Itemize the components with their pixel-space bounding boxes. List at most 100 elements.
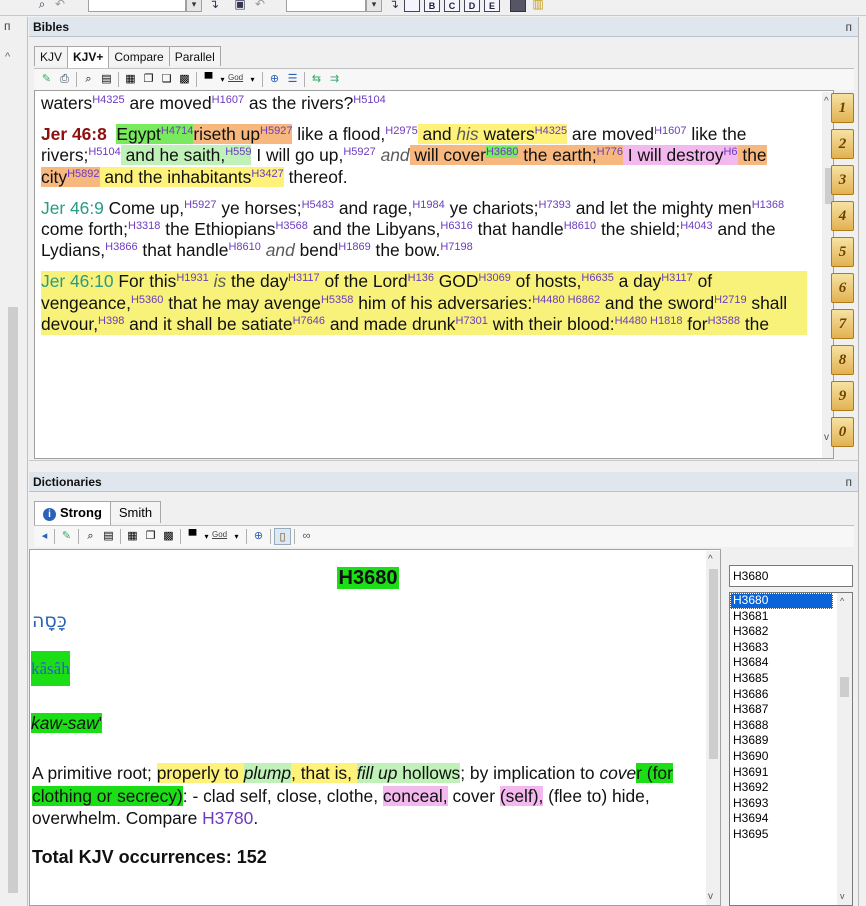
scroll-down-arrow[interactable]: v bbox=[708, 891, 713, 902]
dictionary-entry-view[interactable]: H3680 כָּסָה kâsâh kaw-saw' A primitive … bbox=[29, 549, 721, 906]
strong-link[interactable]: H1984 bbox=[412, 199, 444, 211]
panel-a-icon[interactable] bbox=[404, 0, 420, 12]
verse-button-5[interactable]: 5 bbox=[831, 237, 854, 267]
panel-splitter[interactable] bbox=[29, 460, 858, 472]
verse-button-4[interactable]: 4 bbox=[831, 201, 854, 231]
cross-reference-link[interactable]: H3780 bbox=[202, 808, 253, 828]
list-item[interactable]: H3683 bbox=[730, 640, 833, 656]
list-item[interactable]: H3681 bbox=[730, 609, 833, 625]
left-scroll-thumb[interactable] bbox=[8, 307, 18, 893]
find-next-icon[interactable]: ▤ bbox=[100, 528, 117, 545]
copy-icon[interactable]: ❐ bbox=[140, 71, 157, 88]
copy-icon[interactable]: ❐ bbox=[142, 528, 159, 545]
strong-link[interactable]: H6316 bbox=[440, 220, 472, 232]
chevron-down-icon[interactable]: ▾ bbox=[244, 71, 261, 88]
paste-icon[interactable]: ▩ bbox=[160, 528, 177, 545]
strong-link[interactable]: H5358 bbox=[321, 294, 353, 306]
strong-link[interactable]: H559 bbox=[225, 146, 251, 158]
strong-link[interactable]: H7198 bbox=[440, 241, 472, 253]
verse-ref[interactable]: Jer 46:10 bbox=[41, 271, 114, 291]
panel-c-button[interactable]: C bbox=[444, 0, 460, 12]
god-selector[interactable]: God bbox=[228, 73, 243, 82]
verse-ref[interactable]: Jer 46:8 bbox=[41, 124, 107, 144]
strong-link[interactable]: H4325 bbox=[92, 94, 124, 106]
reference-combo[interactable] bbox=[88, 0, 186, 12]
link-icon[interactable]: ∞ bbox=[298, 528, 315, 545]
strong-link[interactable]: H3069 bbox=[478, 272, 510, 284]
strong-link[interactable]: H398 bbox=[98, 315, 124, 327]
strong-link[interactable]: H5483 bbox=[302, 199, 334, 211]
list-item[interactable] bbox=[730, 858, 833, 874]
bible-text-view[interactable]: watersH4325 are movedH1607 as the rivers… bbox=[34, 90, 834, 459]
tab-kjv[interactable]: KJV bbox=[34, 46, 69, 66]
strong-link[interactable]: H7301 bbox=[456, 315, 488, 327]
strong-link[interactable]: H5360 bbox=[131, 294, 163, 306]
sync-right-icon[interactable]: ⇉ bbox=[326, 71, 343, 88]
back-icon-2[interactable]: ↶ bbox=[252, 0, 268, 12]
scroll-up-arrow[interactable]: ^ bbox=[5, 51, 10, 63]
scroll-down-arrow[interactable]: v bbox=[824, 432, 829, 443]
list-item[interactable]: H3685 bbox=[730, 671, 833, 687]
layout-icon[interactable]: ☰ bbox=[284, 71, 301, 88]
panel-b-button[interactable]: B bbox=[424, 0, 440, 12]
strong-link[interactable]: H4043 bbox=[680, 220, 712, 232]
list-item[interactable]: H3691 bbox=[730, 765, 833, 781]
entry-list-scroll-thumb[interactable] bbox=[840, 677, 849, 697]
verse-button-9[interactable]: 9 bbox=[831, 381, 854, 411]
strong-link[interactable]: H3117 bbox=[661, 272, 693, 284]
strong-link[interactable]: H5927 bbox=[260, 125, 292, 137]
panel-e-button[interactable]: E bbox=[484, 0, 500, 12]
entry-list-scrollbar[interactable]: ^ v bbox=[837, 593, 852, 905]
binoculars-icon[interactable]: ⌕ bbox=[80, 71, 97, 88]
tab-smith[interactable]: Smith bbox=[109, 501, 162, 523]
verse-button-8[interactable]: 8 bbox=[831, 345, 854, 375]
strong-link[interactable]: H5104 bbox=[88, 146, 120, 158]
pin-icon[interactable]: ᴨ bbox=[846, 17, 853, 37]
strong-link[interactable]: H4480 H6862 bbox=[532, 294, 600, 306]
scroll-up-arrow[interactable]: ^ bbox=[824, 96, 829, 107]
copy-verse-icon[interactable]: ▦ bbox=[124, 528, 141, 545]
list-item[interactable]: H3686 bbox=[730, 687, 833, 703]
strong-link[interactable]: H6635 bbox=[581, 272, 613, 284]
list-item[interactable]: H3689 bbox=[730, 733, 833, 749]
reference-combo-dropdown[interactable]: ▾ bbox=[186, 0, 202, 12]
strong-link[interactable]: H2719 bbox=[714, 294, 746, 306]
list-item[interactable]: H3694 bbox=[730, 811, 833, 827]
strong-link[interactable]: H5892 bbox=[67, 168, 99, 180]
list-item[interactable]: H3680 bbox=[730, 593, 833, 609]
layout-icon[interactable] bbox=[510, 0, 526, 12]
library-icon[interactable]: ▥ bbox=[530, 0, 546, 12]
tab-parallel[interactable]: Parallel bbox=[168, 46, 221, 66]
pin-icon[interactable]: ᴨ bbox=[4, 19, 11, 33]
strong-link[interactable]: H1931 bbox=[176, 272, 208, 284]
list-item[interactable]: H3682 bbox=[730, 624, 833, 640]
list-item[interactable]: H3693 bbox=[730, 796, 833, 812]
copy-with-ref-icon[interactable]: ❏ bbox=[158, 71, 175, 88]
list-item[interactable] bbox=[730, 874, 833, 890]
strong-link[interactable]: H4480 H1818 bbox=[615, 315, 683, 327]
zoom-icon[interactable]: ⊕ bbox=[250, 528, 267, 545]
dictionary-scroll-thumb[interactable] bbox=[709, 569, 718, 759]
strong-link[interactable]: H4325 bbox=[535, 125, 567, 137]
back-icon[interactable]: ↶ bbox=[52, 0, 68, 12]
verse-button-2[interactable]: 2 bbox=[831, 129, 854, 159]
strong-link[interactable]: H4714 bbox=[161, 125, 193, 137]
strong-link[interactable]: H5104 bbox=[353, 94, 385, 106]
entry-search-input[interactable]: H3680 bbox=[729, 565, 853, 587]
verse-button-3[interactable]: 3 bbox=[831, 165, 854, 195]
paste-icon[interactable]: ▩ bbox=[176, 71, 193, 88]
list-item[interactable] bbox=[730, 889, 833, 905]
list-item[interactable]: H3692 bbox=[730, 780, 833, 796]
strong-link[interactable]: H8610 bbox=[228, 241, 260, 253]
book-icon[interactable]: ▯ bbox=[274, 528, 291, 545]
strong-link[interactable]: H7646 bbox=[293, 315, 325, 327]
panel-d-button[interactable]: D bbox=[464, 0, 480, 12]
tab-compare[interactable]: Compare bbox=[108, 46, 170, 66]
list-item[interactable] bbox=[730, 843, 833, 859]
strong-link[interactable]: H2975 bbox=[385, 125, 417, 137]
binoculars-icon[interactable]: ⌕ bbox=[34, 0, 50, 12]
strong-link[interactable]: H8610 bbox=[564, 220, 596, 232]
entry-list[interactable]: H3680 H3681 H3682 H3683 H3684 H3685 H368… bbox=[729, 592, 853, 906]
bible-book-icon[interactable]: ▣ bbox=[232, 0, 248, 12]
print-icon[interactable]: ⎙ bbox=[56, 71, 73, 88]
